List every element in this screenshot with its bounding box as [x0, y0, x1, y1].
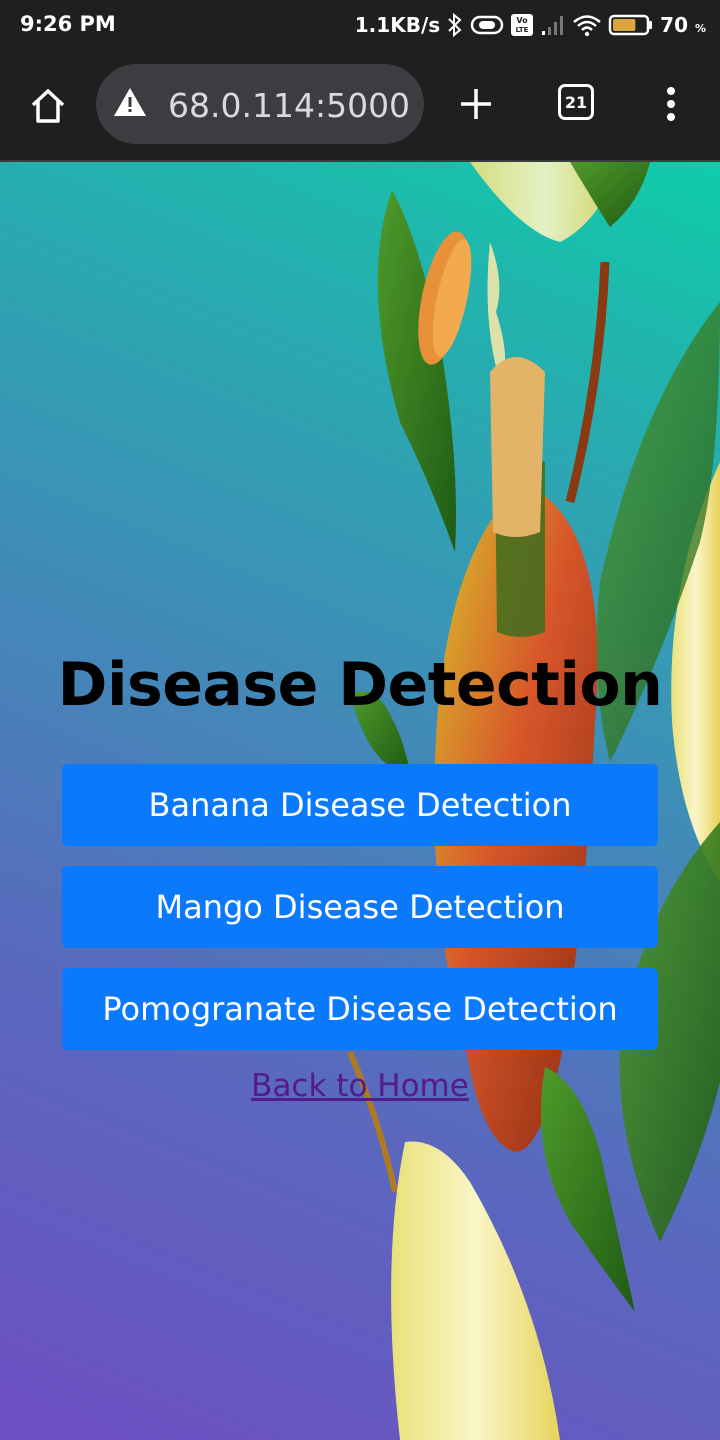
tab-count: 21 — [564, 92, 588, 112]
browser-toolbar: 68.0.114:5000 21 — [0, 50, 720, 162]
plus-icon — [461, 89, 491, 119]
page-content: Disease Detection Banana Disease Detecti… — [0, 162, 720, 1440]
svg-text:LTE: LTE — [516, 26, 529, 34]
home-icon — [31, 89, 65, 123]
web-page: Disease Detection Banana Disease Detecti… — [0, 162, 720, 1440]
battery-icon — [608, 13, 654, 37]
tab-switcher-button[interactable]: 21 — [558, 84, 594, 120]
battery-percent-value: 70 — [660, 13, 688, 37]
banana-disease-detection-button[interactable]: Banana Disease Detection — [62, 764, 658, 846]
status-bar: 9:26 PM 1.1KB/s Vo LTE 70 % — [0, 0, 720, 50]
mango-disease-detection-button[interactable]: Mango Disease Detection — [62, 866, 658, 948]
signal-icon — [540, 13, 566, 37]
network-speed: 1.1KB/s — [354, 13, 441, 37]
home-button[interactable] — [24, 82, 72, 130]
svg-text:Vo: Vo — [517, 16, 529, 25]
battery-percent: 70 % — [660, 13, 706, 37]
volte-icon: Vo LTE — [510, 13, 534, 37]
url-bar[interactable]: 68.0.114:5000 — [96, 64, 424, 144]
status-time: 9:26 PM — [20, 12, 116, 36]
wifi-icon — [572, 13, 602, 37]
page-title: Disease Detection — [57, 650, 663, 720]
vibrate-icon — [470, 14, 504, 36]
overflow-menu-icon — [667, 87, 675, 121]
bluetooth-icon — [446, 13, 464, 37]
battery-percent-unit: % — [694, 22, 706, 35]
back-to-home-link[interactable]: Back to Home — [0, 1068, 720, 1104]
pomegranate-disease-detection-button[interactable]: Pomogranate Disease Detection — [62, 968, 658, 1050]
new-tab-button[interactable] — [452, 80, 500, 128]
status-icons: 1.1KB/s Vo LTE 70 % — [355, 10, 706, 40]
overflow-menu-button[interactable] — [656, 80, 686, 128]
url-text[interactable]: 68.0.114:5000 — [168, 86, 410, 125]
warning-icon[interactable] — [112, 86, 148, 123]
